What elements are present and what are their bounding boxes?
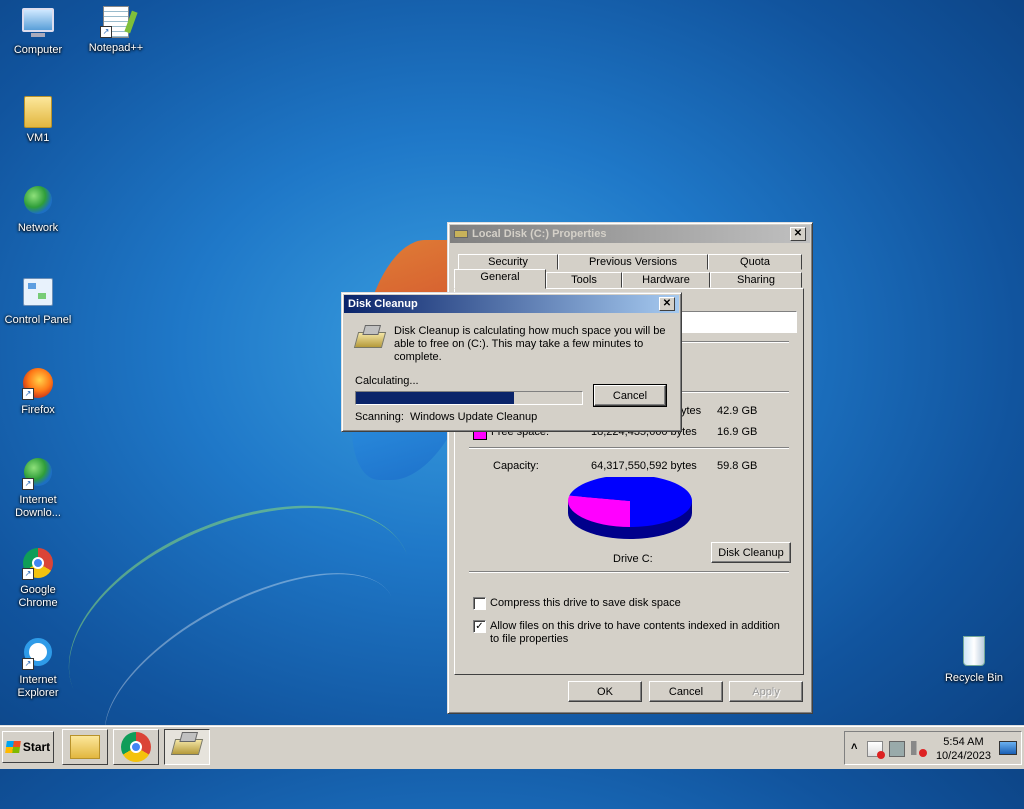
tab-security[interactable]: Security	[458, 254, 558, 270]
clock-time: 5:54 AM	[943, 736, 984, 748]
action-center-flag-icon[interactable]	[867, 741, 885, 759]
network-icon	[22, 186, 54, 218]
desktop-icon-control-panel[interactable]: Control Panel	[0, 278, 76, 327]
index-checkbox[interactable]: ✓	[473, 620, 486, 633]
control-panel-icon	[22, 278, 54, 310]
tab-hardware[interactable]: Hardware	[622, 272, 710, 288]
firefox-icon: ↗	[22, 368, 54, 400]
desktop-icon-label: Google Chrome	[18, 584, 58, 609]
desktop-icon-internet-explorer[interactable]: ↗ Internet Explorer	[0, 638, 76, 700]
desktop-icon-firefox[interactable]: ↗ Firefox	[0, 368, 76, 417]
close-icon[interactable]: ✕	[659, 297, 675, 311]
apply-button[interactable]: Apply	[729, 681, 803, 702]
system-tray: ˄ 5:54 AM 10/24/2023	[844, 731, 1022, 765]
desktop-icon-internet-download[interactable]: ↗ Internet Downlo...	[0, 458, 76, 520]
desktop-icon-label: Notepad++	[88, 42, 144, 54]
desktop-icon-network[interactable]: Network	[0, 186, 76, 235]
compress-label: Compress this drive to save disk space	[490, 597, 681, 609]
chrome-icon	[121, 732, 151, 762]
desktop-icon-label: Computer	[13, 44, 63, 56]
tab-previous-versions[interactable]: Previous Versions	[558, 254, 708, 270]
notepadpp-icon: ↗	[100, 6, 132, 38]
desktop-icon-computer[interactable]: Computer	[0, 6, 76, 57]
disk-cleanup-icon	[353, 323, 387, 353]
cleanup-cancel-button[interactable]: Cancel	[593, 384, 667, 407]
taskbar-explorer[interactable]	[62, 729, 108, 765]
disk-cleanup-dialog: Disk Cleanup ✕ Disk Cleanup is calculati…	[341, 292, 682, 432]
capacity-gb: 59.8 GB	[717, 460, 758, 472]
cleanup-titlebar[interactable]: Disk Cleanup ✕	[344, 295, 679, 313]
ok-button[interactable]: OK	[568, 681, 642, 702]
recycle-bin-icon	[958, 636, 990, 668]
desktop-icon-label: Network	[17, 222, 59, 234]
index-label: Allow files on this drive to have conten…	[490, 620, 780, 645]
capacity-label: Capacity:	[493, 460, 539, 472]
scanning-item: Windows Update Cleanup	[410, 411, 538, 423]
show-desktop-icon[interactable]	[999, 741, 1017, 755]
cleanup-progress-bar	[355, 391, 583, 405]
disk-usage-pie	[568, 477, 692, 539]
progress-fill	[356, 392, 515, 404]
properties-titlebar[interactable]: Local Disk (C:) Properties ✕	[450, 225, 810, 243]
cleanup-title: Disk Cleanup	[348, 298, 418, 310]
desktop-icon-label: Control Panel	[4, 314, 72, 326]
close-icon[interactable]: ✕	[790, 227, 806, 241]
chrome-icon: ↗	[22, 548, 54, 580]
desktop-icon-label: Recycle Bin	[944, 672, 1004, 684]
internet-download-icon: ↗	[22, 458, 54, 490]
computer-icon	[22, 8, 54, 40]
drive-icon	[454, 230, 468, 238]
cancel-button[interactable]: Cancel	[649, 681, 723, 702]
tab-sharing[interactable]: Sharing	[710, 272, 802, 288]
desktop-icon-label: Internet Downlo...	[15, 494, 61, 519]
clock[interactable]: 5:54 AM 10/24/2023	[936, 735, 991, 763]
clock-date: 10/24/2023	[935, 750, 991, 762]
taskbar-disk-cleanup[interactable]	[164, 729, 210, 765]
taskbar: Start ˄ 5:54 AM 10/24/2023	[0, 726, 1024, 769]
desktop-icon-label: Internet Explorer	[17, 674, 59, 699]
scanning-label: Scanning:	[355, 411, 404, 423]
folder-icon	[70, 735, 100, 759]
start-button[interactable]: Start	[2, 731, 54, 763]
folder-icon	[22, 96, 54, 128]
used-space-gb: 42.9 GB	[717, 405, 758, 417]
desktop-icon-label: Firefox	[21, 404, 55, 416]
internet-explorer-icon: ↗	[22, 638, 54, 670]
capacity-bytes: 64,317,550,592 bytes	[591, 460, 697, 472]
properties-title: Local Disk (C:) Properties	[472, 228, 607, 240]
separator	[469, 447, 789, 449]
cleanup-message: Disk Cleanup is calculating how much spa…	[394, 325, 666, 363]
tab-quota[interactable]: Quota	[708, 254, 802, 270]
tray-expand-icon[interactable]: ˄	[851, 741, 857, 753]
desktop-icon-recycle-bin[interactable]: Recycle Bin	[936, 636, 1012, 685]
free-space-gb: 16.9 GB	[717, 426, 758, 438]
tab-tools[interactable]: Tools	[546, 272, 622, 288]
separator	[469, 571, 789, 573]
volume-muted-icon[interactable]	[911, 741, 927, 757]
network-tray-icon[interactable]	[889, 741, 905, 757]
desktop-icon-notepadpp[interactable]: ↗ Notepad++	[78, 6, 154, 55]
used-space-bytes: ytes	[681, 405, 702, 417]
tab-general[interactable]: General	[454, 269, 546, 289]
taskbar-chrome[interactable]	[113, 729, 159, 765]
desktop-icon-chrome[interactable]: ↗ Google Chrome	[0, 548, 76, 610]
start-label: Start	[22, 740, 51, 754]
disk-cleanup-button[interactable]: Disk Cleanup	[711, 542, 791, 563]
windows-flag-icon	[4, 741, 21, 753]
desktop-icon-vm1[interactable]: VM1	[0, 96, 76, 145]
disk-cleanup-icon	[170, 739, 204, 755]
cleanup-status: Calculating...	[355, 375, 419, 387]
drive-name-label: Drive C:	[613, 553, 653, 565]
drive-label-input[interactable]	[665, 311, 797, 333]
compress-checkbox[interactable]	[473, 597, 486, 610]
desktop-icon-label: VM1	[26, 132, 50, 144]
